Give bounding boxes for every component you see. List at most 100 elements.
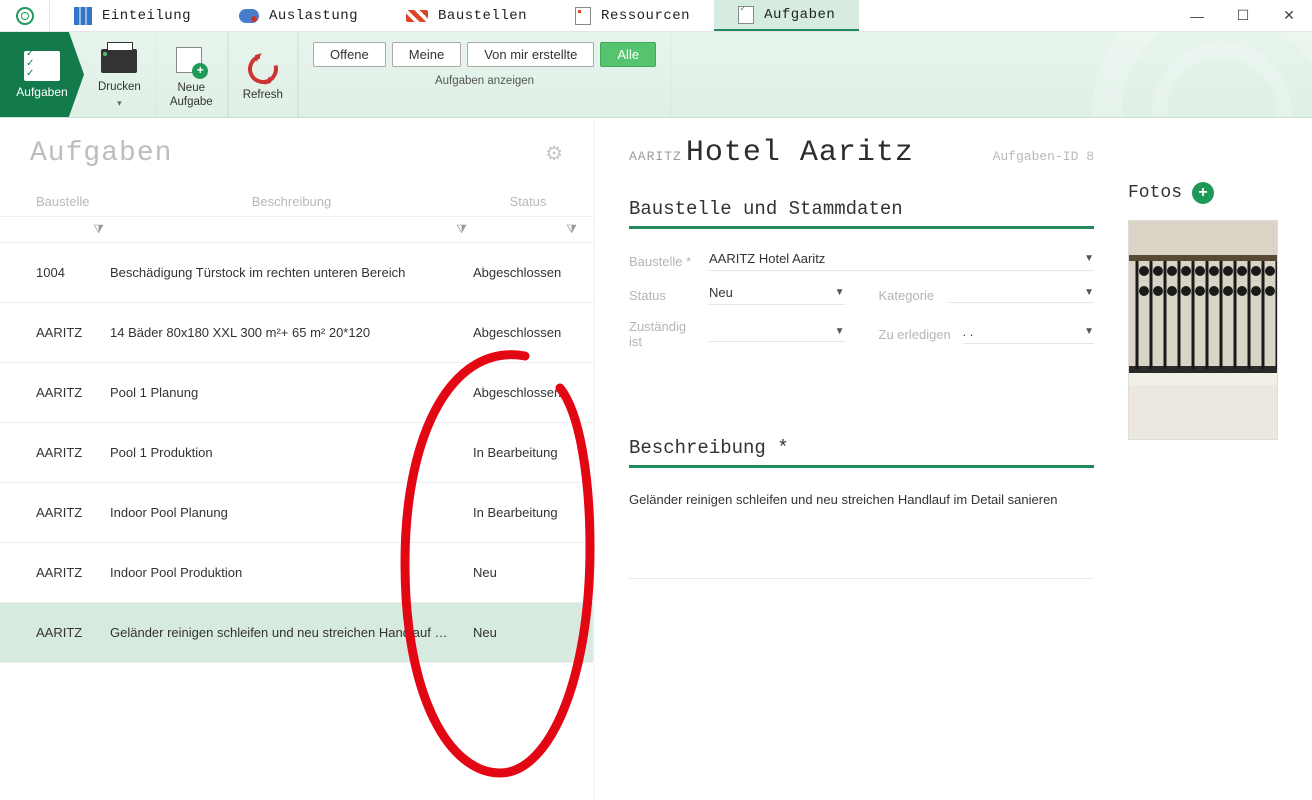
refresh-button[interactable]: Refresh bbox=[229, 32, 298, 117]
tab-aufgaben[interactable]: Aufgaben bbox=[714, 0, 859, 31]
table-header: Baustelle Beschreibung Status bbox=[0, 187, 593, 217]
refresh-icon bbox=[242, 48, 283, 89]
cell-baustelle: AARITZ bbox=[0, 445, 110, 460]
window-controls: — ☐ ✕ bbox=[1174, 0, 1312, 31]
chevron-down-icon: ▼ bbox=[1084, 287, 1094, 298]
tab-label: Einteilung bbox=[102, 8, 191, 24]
printer-icon bbox=[101, 49, 137, 73]
cell-status: Abgeschlossen bbox=[473, 265, 593, 280]
field-zustaendig[interactable]: ▼ bbox=[709, 326, 845, 342]
filter-group: Offene Meine Von mir erstellte Alle Aufg… bbox=[299, 32, 671, 117]
tab-einteilung[interactable]: Einteilung bbox=[50, 0, 215, 31]
detail-pane: AARITZ Hotel Aaritz Aufgaben-ID 8 Bauste… bbox=[595, 118, 1312, 800]
group-label: Aufgaben anzeigen bbox=[313, 75, 656, 87]
ribbon-label: Refresh bbox=[243, 88, 283, 102]
table-row[interactable]: AARITZIndoor Pool PlanungIn Bearbeitung bbox=[0, 483, 593, 543]
filter-alle-button[interactable]: Alle bbox=[600, 42, 656, 67]
page-title: Aufgaben bbox=[30, 138, 172, 169]
app-logo[interactable] bbox=[0, 0, 50, 31]
gear-icon[interactable]: ⚙ bbox=[545, 141, 563, 166]
tab-baustellen[interactable]: Baustellen bbox=[382, 0, 551, 31]
cell-baustelle: AARITZ bbox=[0, 385, 110, 400]
filter-icon[interactable]: ⧩ bbox=[560, 222, 583, 237]
tab-ressourcen[interactable]: Ressourcen bbox=[551, 0, 714, 31]
col-beschreibung[interactable]: Beschreibung bbox=[110, 194, 473, 209]
new-task-button[interactable]: Neue Aufgabe bbox=[156, 32, 228, 117]
description-text[interactable]: Geländer reinigen schleifen und neu stre… bbox=[629, 490, 1094, 510]
table-filter-row: ⧩ ⧩ ⧩ bbox=[0, 217, 593, 243]
cell-status: Abgeschlossen bbox=[473, 385, 593, 400]
ressourcen-icon bbox=[575, 7, 591, 25]
cell-beschreibung: Indoor Pool Planung bbox=[110, 505, 473, 520]
chevron-down-icon: ▼ bbox=[835, 287, 845, 298]
minimize-button[interactable]: — bbox=[1174, 0, 1220, 31]
table-row[interactable]: AARITZPool 1 PlanungAbgeschlossen bbox=[0, 363, 593, 423]
tab-label: Aufgaben bbox=[764, 7, 835, 23]
table-row[interactable]: AARITZIndoor Pool ProduktionNeu bbox=[0, 543, 593, 603]
table-row[interactable]: AARITZPool 1 ProduktionIn Bearbeitung bbox=[0, 423, 593, 483]
filter-icon[interactable]: ⧩ bbox=[87, 222, 110, 237]
chevron-down-icon: ▼ bbox=[1084, 253, 1094, 264]
top-menu-bar: Einteilung Auslastung Baustellen Ressour… bbox=[0, 0, 1312, 32]
field-erledigen[interactable]: . . ▼ bbox=[963, 324, 1095, 344]
detail-header: AARITZ Hotel Aaritz Aufgaben-ID 8 bbox=[629, 136, 1094, 170]
cell-status: In Bearbeitung bbox=[473, 445, 593, 460]
table-row[interactable]: AARITZ14 Bäder 80x180 XXL 300 m²+ 65 m² … bbox=[0, 303, 593, 363]
photo-thumbnail[interactable] bbox=[1128, 220, 1278, 440]
filter-von-mir-button[interactable]: Von mir erstellte bbox=[467, 42, 594, 67]
col-baustelle[interactable]: Baustelle bbox=[0, 194, 110, 209]
ribbon-toolbar: Aufgaben Drucken ▾ Neue Aufgabe Refresh … bbox=[0, 32, 1312, 118]
maximize-button[interactable]: ☐ bbox=[1220, 0, 1266, 31]
col-status[interactable]: Status bbox=[473, 194, 593, 209]
checklist-icon bbox=[24, 51, 60, 81]
filter-meine-button[interactable]: Meine bbox=[392, 42, 461, 67]
table-row[interactable]: AARITZGeländer reinigen schleifen und ne… bbox=[0, 603, 593, 663]
top-tabs: Einteilung Auslastung Baustellen Ressour… bbox=[50, 0, 1174, 31]
tab-auslastung[interactable]: Auslastung bbox=[215, 0, 382, 31]
main-area: Aufgaben ⚙ Baustelle Beschreibung Status… bbox=[0, 118, 1312, 800]
divider bbox=[629, 578, 1094, 579]
label-erledigen: Zu erledigen bis bbox=[879, 327, 953, 342]
field-kategorie[interactable]: ▼ bbox=[949, 287, 1095, 303]
aufgaben-icon bbox=[738, 6, 754, 24]
einteilung-icon bbox=[74, 7, 92, 25]
field-status[interactable]: Neu▼ bbox=[709, 285, 845, 305]
field-baustelle[interactable]: AARITZ Hotel Aaritz ▼ bbox=[709, 251, 1094, 271]
dropdown-icon: ▾ bbox=[117, 98, 122, 109]
cell-status: Neu bbox=[473, 565, 593, 580]
cell-beschreibung: Pool 1 Produktion bbox=[110, 445, 473, 460]
cell-beschreibung: Beschädigung Türstock im rechten unteren… bbox=[110, 265, 473, 280]
cell-beschreibung: Pool 1 Planung bbox=[110, 385, 473, 400]
section-beschreibung-header: Beschreibung * bbox=[629, 437, 1094, 468]
baustellen-icon bbox=[406, 10, 428, 22]
filter-icon[interactable]: ⧩ bbox=[450, 222, 473, 237]
ribbon-aufgaben-button[interactable]: Aufgaben bbox=[0, 32, 84, 117]
new-task-icon bbox=[176, 47, 206, 77]
tab-label: Ressourcen bbox=[601, 8, 690, 24]
chevron-down-icon: ▼ bbox=[1084, 326, 1094, 337]
print-button[interactable]: Drucken ▾ bbox=[84, 32, 156, 117]
table-row[interactable]: 1004Beschädigung Türstock im rechten unt… bbox=[0, 243, 593, 303]
add-photo-button[interactable]: + bbox=[1192, 182, 1214, 204]
photos-column: Fotos + bbox=[1128, 136, 1278, 800]
value: . . bbox=[963, 324, 974, 339]
tab-label: Baustellen bbox=[438, 8, 527, 24]
cell-baustelle: AARITZ bbox=[0, 565, 110, 580]
ribbon-label: Drucken bbox=[98, 80, 141, 94]
task-id: Aufgaben-ID 8 bbox=[993, 149, 1094, 164]
section-stammdaten-header: Baustelle und Stammdaten bbox=[629, 198, 1094, 229]
cell-status: In Bearbeitung bbox=[473, 505, 593, 520]
ribbon-decoration bbox=[1092, 32, 1312, 118]
cell-baustelle: AARITZ bbox=[0, 625, 110, 640]
chevron-down-icon: ▼ bbox=[835, 326, 845, 337]
cell-baustelle: AARITZ bbox=[0, 325, 110, 340]
close-button[interactable]: ✕ bbox=[1266, 0, 1312, 31]
task-list-pane: Aufgaben ⚙ Baustelle Beschreibung Status… bbox=[0, 118, 595, 800]
form-stammdaten: Baustelle * AARITZ Hotel Aaritz▼ Status … bbox=[629, 251, 1094, 349]
task-table: Baustelle Beschreibung Status ⧩ ⧩ ⧩ 1004… bbox=[0, 187, 593, 663]
filter-offene-button[interactable]: Offene bbox=[313, 42, 386, 67]
cell-beschreibung: Indoor Pool Produktion bbox=[110, 565, 473, 580]
logo-icon bbox=[16, 7, 34, 25]
cell-status: Abgeschlossen bbox=[473, 325, 593, 340]
value: AARITZ Hotel Aaritz bbox=[709, 251, 825, 266]
